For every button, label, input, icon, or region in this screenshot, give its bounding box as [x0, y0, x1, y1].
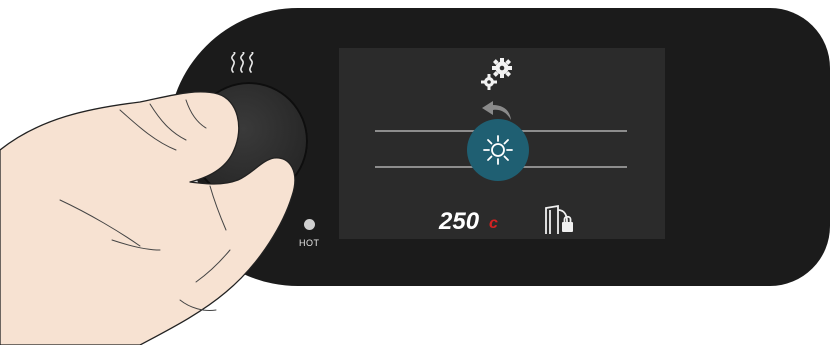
display-screen[interactable]: 250 c	[339, 48, 665, 239]
door-lock-icon[interactable]	[543, 204, 577, 236]
heat-waves-icon	[231, 52, 254, 73]
hot-indicator-light	[304, 219, 315, 230]
corner-mark	[730, 265, 830, 345]
temperature-unit: c	[489, 215, 498, 232]
light-sun-icon	[483, 135, 513, 165]
hot-indicator-label: HOT	[299, 238, 320, 248]
light-button[interactable]	[467, 119, 529, 181]
gears-icon[interactable]	[479, 56, 515, 92]
knob-arc	[188, 162, 222, 218]
temperature-value: 250	[439, 208, 480, 235]
